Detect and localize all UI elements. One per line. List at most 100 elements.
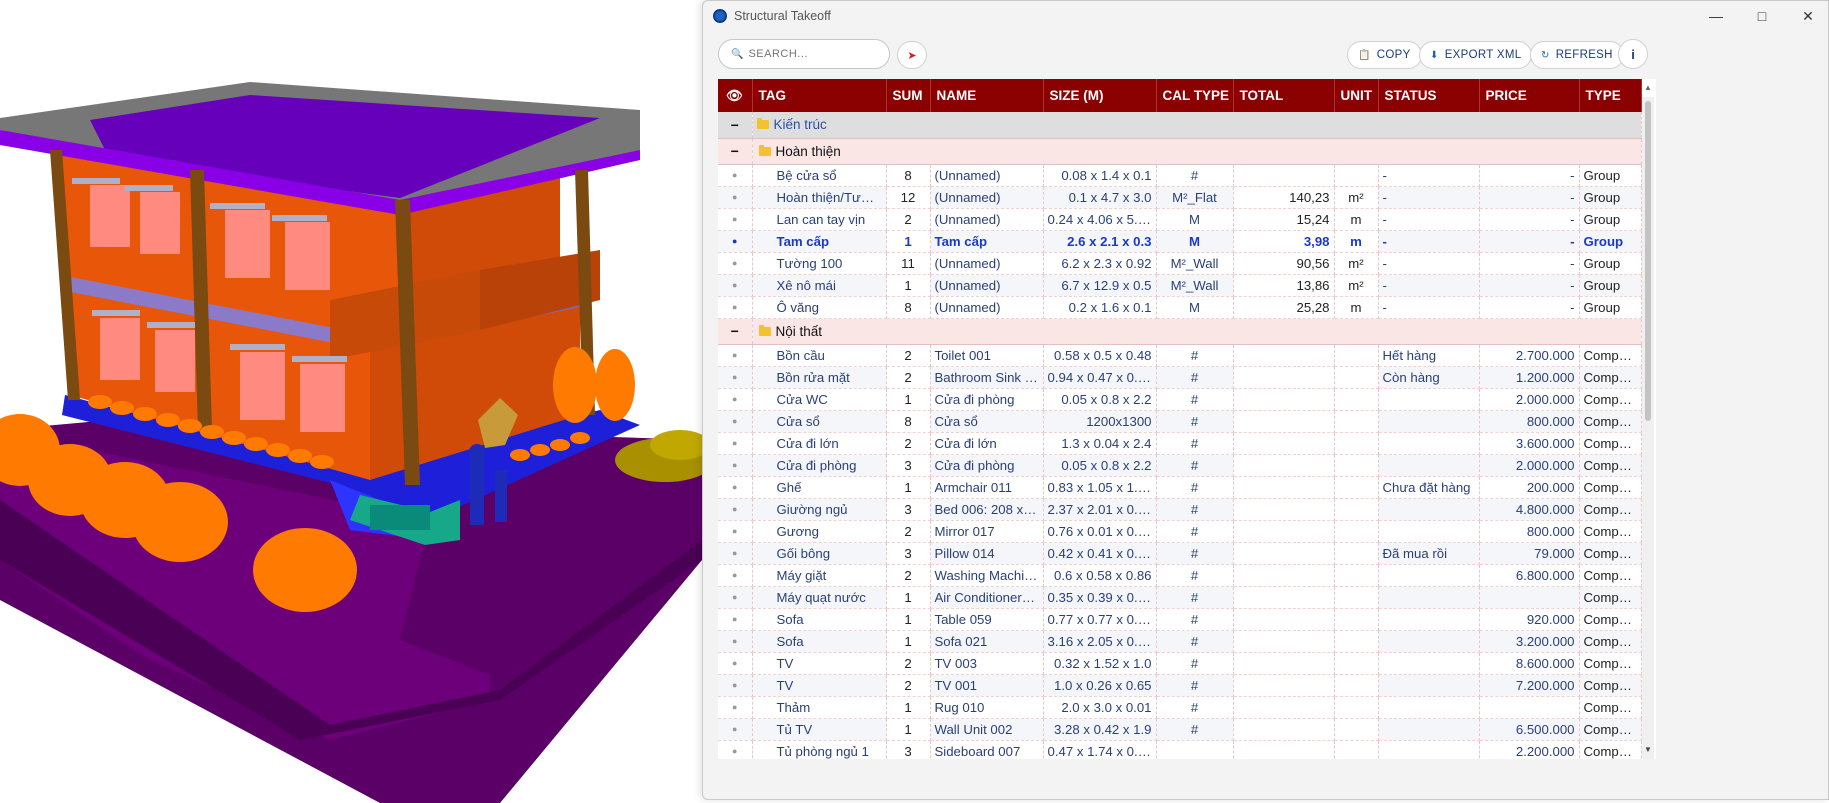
table-row[interactable]: ● Cửa đi phòng 3 Cửa đi phòng 0.05 x 0.8 x 2… bbox=[718, 454, 1642, 477]
cell-name: Cửa đi lớn bbox=[930, 432, 1044, 455]
collapse-toggle[interactable]: − bbox=[718, 318, 753, 345]
visibility-dot-icon[interactable]: ● bbox=[718, 564, 753, 587]
table-row[interactable]: ● Tủ phòng ngủ 1 3 Sideboard 007 0.47 x 1.74… bbox=[718, 740, 1642, 759]
scroll-thumb[interactable] bbox=[1645, 101, 1651, 421]
visibility-dot-icon[interactable]: ● bbox=[718, 344, 753, 367]
table-row[interactable]: ● Cửa sổ 8 Cửa sổ 1200x1300 #800.000 Compon... bbox=[718, 410, 1642, 433]
header-total[interactable]: TOTAL bbox=[1233, 79, 1335, 112]
scroll-down-arrow[interactable]: ▼ bbox=[1642, 745, 1654, 757]
folder-icon bbox=[756, 118, 769, 130]
table-row[interactable]: ● Thảm 1 Rug 010 2.0 x 3.0 x 0.01 # Compon... bbox=[718, 696, 1642, 719]
table-row[interactable]: ● Bệ cửa sổ 8 (Unnamed) 0.08 x 1.4 x 0.1 # - - G… bbox=[718, 164, 1642, 187]
pick-element-button[interactable]: ➤ bbox=[897, 41, 927, 69]
table-row[interactable]: ● TV 2 TV 001 1.0 x 0.26 x 0.65 #7.200.000 Com… bbox=[718, 674, 1642, 697]
table-row[interactable]: ● Sofa 1 Table 059 0.77 x 0.77 x 0.44 #920.00… bbox=[718, 608, 1642, 631]
header-sum[interactable]: SUM bbox=[886, 79, 931, 112]
table-row[interactable]: ● Bồn rửa mặt 2 Bathroom Sink 001 0.94 x 0.4… bbox=[718, 366, 1642, 389]
header-cal-type[interactable]: CAL TYPE bbox=[1156, 79, 1234, 112]
cell-unit bbox=[1334, 718, 1379, 741]
cell-status: - bbox=[1378, 274, 1480, 297]
table-row[interactable]: ● Gối bông 3 Pillow 014 0.42 x 0.41 x 0.15 # Đ… bbox=[718, 542, 1642, 565]
cell-tag: Ghế bbox=[752, 476, 887, 499]
visibility-dot-icon[interactable]: ● bbox=[718, 498, 753, 521]
table-row[interactable]: ● Ghế 1 Armchair 011 0.83 x 1.05 x 1.19 # Chưa… bbox=[718, 476, 1642, 499]
collapse-toggle[interactable]: − bbox=[718, 112, 753, 139]
table-row[interactable]: ● Hoàn thiện/Tường... 12 (Unnamed) 0.1 x 4.7… bbox=[718, 186, 1642, 209]
header-tag[interactable]: TAG bbox=[752, 79, 887, 112]
table-row[interactable]: ● Tam cấp 1 Tam cấp 2.6 x 2.1 x 0.3 M 3,98 m - - G… bbox=[718, 230, 1642, 253]
close-button[interactable]: ✕ bbox=[1788, 5, 1828, 27]
collapse-toggle[interactable]: − bbox=[718, 138, 753, 165]
visibility-dot-icon[interactable]: ● bbox=[718, 366, 753, 389]
visibility-dot-icon[interactable]: ● bbox=[718, 410, 753, 433]
eye-column-header[interactable]: 👁 bbox=[718, 79, 753, 112]
table-row[interactable]: ● Máy giặt 2 Washing Machin... 0.6 x 0.58 x … bbox=[718, 564, 1642, 587]
table-row[interactable]: ● Gương 2 Mirror 017 0.76 x 0.01 x 0.49 #800.… bbox=[718, 520, 1642, 543]
visibility-dot-icon[interactable]: ● bbox=[718, 674, 753, 697]
visibility-dot-icon[interactable]: ● bbox=[718, 476, 753, 499]
header-type[interactable]: TYPE bbox=[1579, 79, 1642, 112]
takeoff-table: 👁 TAG SUM NAME SIZE (M) CAL TYPE TOTAL U… bbox=[718, 79, 1642, 759]
cell-unit: m² bbox=[1334, 186, 1379, 209]
visibility-dot-icon[interactable]: ● bbox=[718, 520, 753, 543]
table-row[interactable]: ● Xê nô mái 1 (Unnamed) 6.7 x 12.9 x 0.5 M²_W… bbox=[718, 274, 1642, 297]
visibility-dot-icon[interactable]: ● bbox=[718, 252, 753, 275]
table-row[interactable]: ● Bồn cầu 2 Toilet 001 0.58 x 0.5 x 0.48 # Hết… bbox=[718, 344, 1642, 367]
cell-sum: 3 bbox=[886, 498, 931, 521]
table-row[interactable]: ● Cửa WC 1 Cửa đi phòng 0.05 x 0.8 x 2.2 #2.0… bbox=[718, 388, 1642, 411]
visibility-dot-icon[interactable]: ● bbox=[718, 696, 753, 719]
table-row[interactable]: ● Ô văng 8 (Unnamed) 0.2 x 1.6 x 0.1 M 25,28 m -… bbox=[718, 296, 1642, 319]
visibility-dot-icon[interactable]: ● bbox=[718, 164, 753, 187]
visibility-dot-icon[interactable]: ● bbox=[718, 740, 753, 759]
visibility-dot-icon[interactable]: ● bbox=[718, 608, 753, 631]
cell-unit bbox=[1334, 388, 1379, 411]
header-status[interactable]: STATUS bbox=[1378, 79, 1480, 112]
scroll-up-arrow[interactable]: ▲ bbox=[1642, 83, 1654, 95]
visibility-dot-icon[interactable]: ● bbox=[718, 542, 753, 565]
table-row[interactable]: ● Cửa đi lớn 2 Cửa đi lớn 1.3 x 0.04 x 2.4 #3… bbox=[718, 432, 1642, 455]
export-xml-button[interactable]: ⬇ EXPORT XML bbox=[1419, 41, 1533, 69]
table-row[interactable]: ● Sofa 1 Sofa 021 3.16 x 2.05 x 0.84 #3.200.0… bbox=[718, 630, 1642, 653]
header-name[interactable]: NAME bbox=[930, 79, 1044, 112]
table-row[interactable]: ● Tủ TV 1 Wall Unit 002 3.28 x 0.42 x 1.9 #6.… bbox=[718, 718, 1642, 741]
refresh-button[interactable]: ↻ REFRESH bbox=[1530, 41, 1624, 69]
minimize-button[interactable]: — bbox=[1696, 5, 1736, 27]
visibility-dot-icon[interactable]: ● bbox=[718, 208, 753, 231]
visibility-dot-icon[interactable]: ● bbox=[718, 586, 753, 609]
info-button[interactable]: i bbox=[1618, 39, 1648, 69]
visibility-dot-icon[interactable]: ● bbox=[718, 432, 753, 455]
group-row[interactable]: − Hoàn thiện bbox=[718, 138, 1642, 165]
group-row[interactable]: − Kiến trúc bbox=[718, 112, 1642, 139]
search-input[interactable] bbox=[748, 48, 879, 60]
3d-viewport[interactable] bbox=[0, 0, 702, 803]
building-model[interactable] bbox=[0, 0, 702, 803]
search-box[interactable]: 🔍 bbox=[718, 39, 890, 69]
visibility-dot-icon[interactable]: ● bbox=[718, 274, 753, 297]
cell-total bbox=[1233, 674, 1335, 697]
header-price[interactable]: PRICE bbox=[1479, 79, 1580, 112]
table-row[interactable]: ● Tường 100 11 (Unnamed) 6.2 x 2.3 x 0.92 M²_… bbox=[718, 252, 1642, 275]
table-row[interactable]: ● Giường ngủ 3 Bed 006: 208 x 24... 2.37 x 2… bbox=[718, 498, 1642, 521]
visibility-dot-icon[interactable]: ● bbox=[718, 296, 753, 319]
takeoff-table-container[interactable]: 👁 TAG SUM NAME SIZE (M) CAL TYPE TOTAL U… bbox=[718, 79, 1656, 759]
maximize-button[interactable]: □ bbox=[1742, 5, 1782, 27]
table-row[interactable]: ● Máy quạt nước 1 Air Conditioner 0... 0.35 … bbox=[718, 586, 1642, 609]
visibility-dot-icon[interactable]: ● bbox=[718, 454, 753, 477]
table-row[interactable]: ● TV 2 TV 003 0.32 x 1.52 x 1.0 #8.600.000 Com… bbox=[718, 652, 1642, 675]
header-size[interactable]: SIZE (M) bbox=[1043, 79, 1157, 112]
visibility-dot-icon[interactable]: ● bbox=[718, 630, 753, 653]
visibility-dot-icon[interactable]: ● bbox=[718, 186, 753, 209]
copy-button[interactable]: 📋 COPY bbox=[1347, 41, 1422, 69]
cell-status bbox=[1378, 652, 1480, 675]
visibility-dot-icon[interactable]: ● bbox=[718, 388, 753, 411]
cell-price: 3.600.000 bbox=[1479, 432, 1580, 455]
visibility-dot-icon[interactable]: ● bbox=[718, 652, 753, 675]
visibility-dot-icon[interactable]: ● bbox=[718, 230, 753, 253]
vertical-scrollbar[interactable]: ▲ ▼ bbox=[1642, 83, 1654, 759]
group-row[interactable]: − Nội thất bbox=[718, 318, 1642, 345]
visibility-dot-icon[interactable]: ● bbox=[718, 718, 753, 741]
cell-size: 6.2 x 2.3 x 0.92 bbox=[1043, 252, 1157, 275]
cell-unit bbox=[1334, 630, 1379, 653]
header-unit[interactable]: UNIT bbox=[1334, 79, 1379, 112]
table-row[interactable]: ● Lan can tay vịn 2 (Unnamed) 0.24 x 4.06 x … bbox=[718, 208, 1642, 231]
